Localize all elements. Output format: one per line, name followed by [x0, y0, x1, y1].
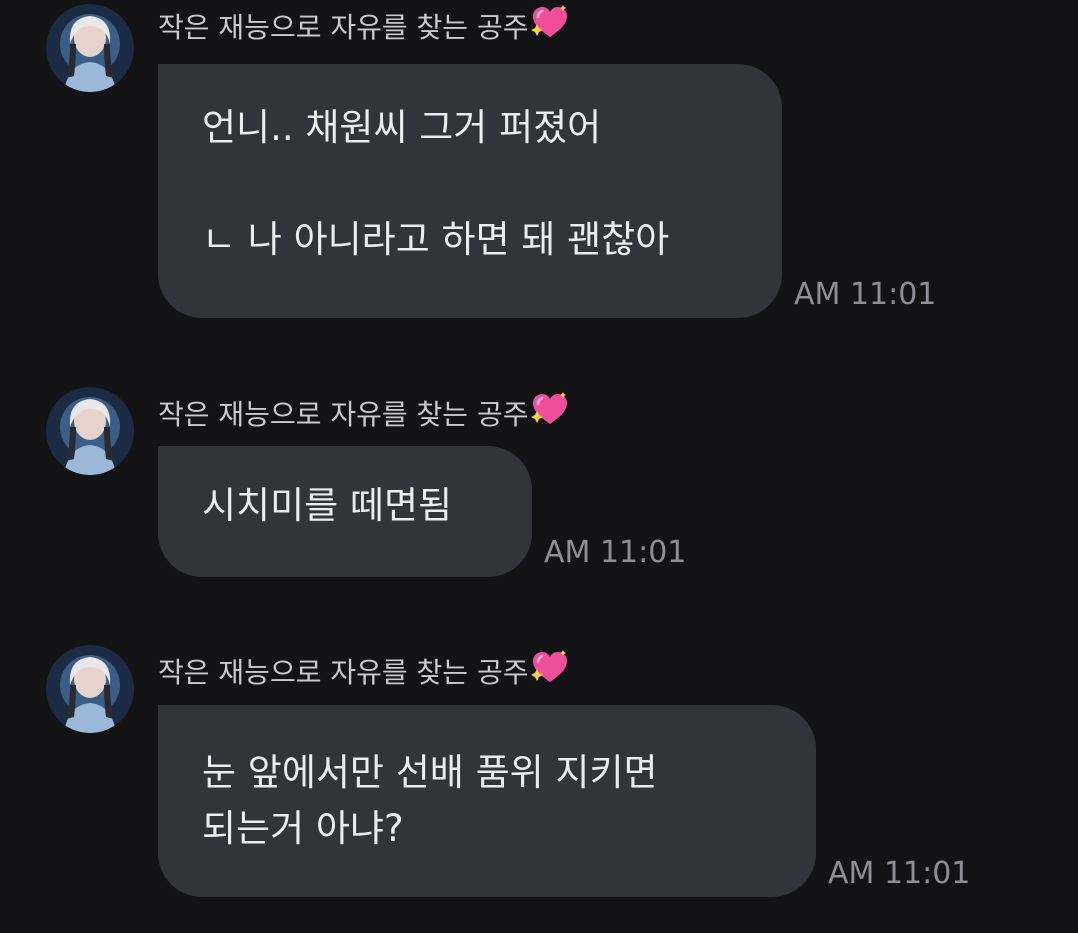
chat-thread: 작은 재능으로 자유를 찾는 공주 언니.. 채원씨 그거 퍼졌어 ㄴ 나 아니…	[0, 0, 1078, 933]
message-bubble[interactable]: 시치미를 떼면됨	[158, 446, 532, 577]
avatar[interactable]	[46, 387, 134, 475]
sender-name: 작은 재능으로 자유를 찾는 공주	[158, 649, 570, 696]
sender-name-text: 작은 재능으로 자유를 찾는 공주	[158, 397, 529, 431]
sender-name-text: 작은 재능으로 자유를 찾는 공주	[158, 655, 529, 689]
message-timestamp: AM 11:01	[794, 277, 937, 312]
message-bubble[interactable]: 눈 앞에서만 선배 품위 지키면 되는거 아냐?	[158, 705, 816, 897]
avatar[interactable]	[46, 645, 134, 733]
sender-name: 작은 재능으로 자유를 찾는 공주	[158, 391, 570, 438]
sender-name: 작은 재능으로 자유를 찾는 공주	[158, 4, 570, 51]
message-bubble[interactable]: 언니.. 채원씨 그거 퍼졌어 ㄴ 나 아니라고 하면 돼 괜찮아	[158, 64, 782, 318]
sparkling-heart-icon	[530, 391, 570, 438]
sender-name-text: 작은 재능으로 자유를 찾는 공주	[158, 10, 529, 44]
message-timestamp: AM 11:01	[544, 535, 687, 570]
sparkling-heart-icon	[530, 4, 570, 51]
sparkling-heart-icon	[530, 649, 570, 696]
avatar[interactable]	[46, 4, 134, 92]
message-timestamp: AM 11:01	[828, 856, 971, 891]
